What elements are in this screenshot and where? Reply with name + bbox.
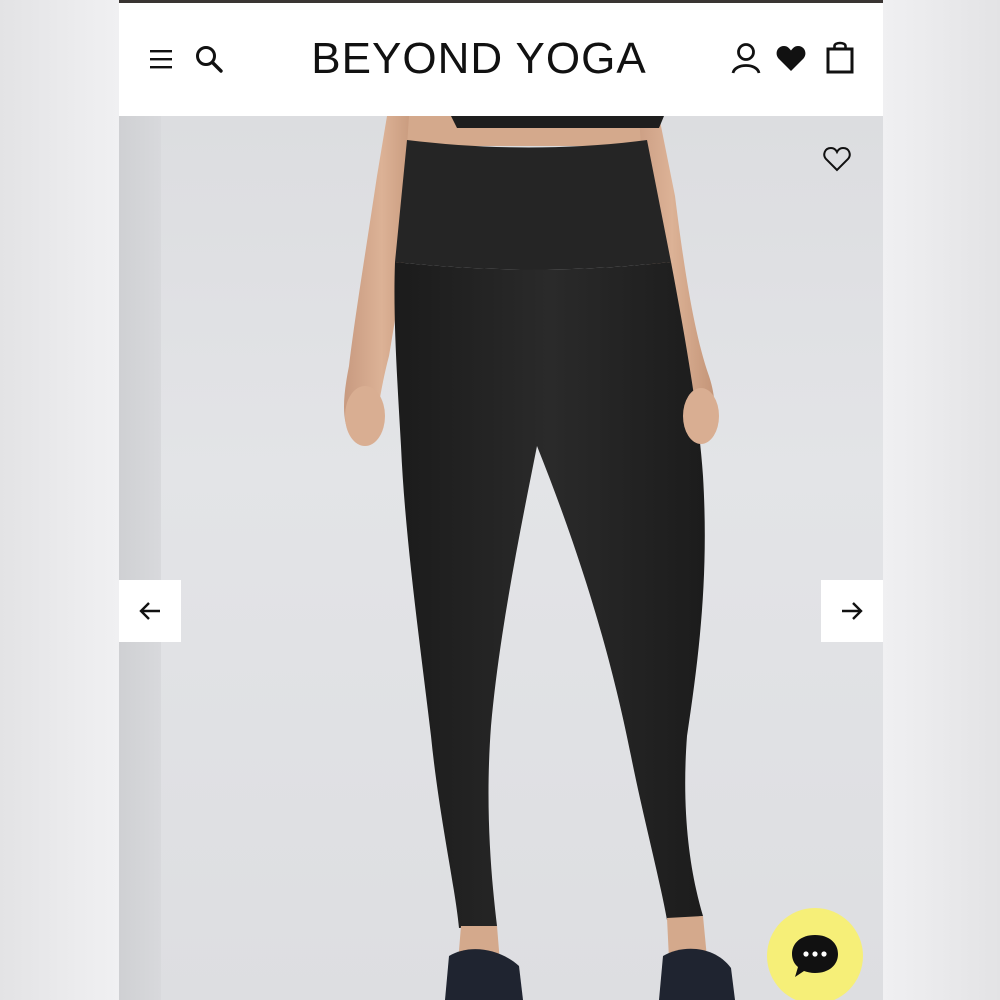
previous-image-button[interactable] (119, 580, 181, 642)
menu-button[interactable] (148, 47, 176, 71)
add-to-wishlist-button[interactable] (822, 144, 852, 174)
shopping-bag-icon (826, 41, 854, 74)
chat-button[interactable] (767, 908, 863, 1000)
wishlist-button[interactable] (775, 43, 807, 73)
search-button[interactable] (193, 43, 225, 75)
menu-icon (150, 50, 172, 69)
account-icon (731, 43, 761, 74)
heart-outline-icon (823, 146, 851, 172)
product-photo (344, 116, 735, 1000)
brand-logo[interactable]: BEYOND YOGA (299, 33, 659, 85)
arrow-left-icon (139, 602, 160, 620)
product-image-carousel[interactable] (119, 116, 883, 1000)
product-page: BEYOND YOGA (119, 0, 883, 1000)
heart-filled-icon (776, 46, 806, 71)
site-header: BEYOND YOGA (119, 3, 883, 116)
arrow-right-icon (842, 602, 863, 620)
chat-bubble-icon (792, 935, 838, 977)
search-icon (196, 46, 223, 73)
cart-button[interactable] (825, 39, 855, 75)
next-image-button[interactable] (821, 580, 883, 642)
account-button[interactable] (729, 41, 763, 75)
